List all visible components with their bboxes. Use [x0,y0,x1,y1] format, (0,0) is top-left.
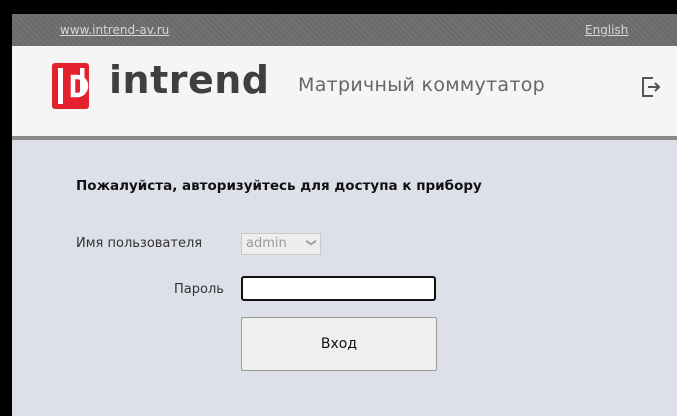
app-window: www.intrend-av.ru English intrend Матрич… [12,14,677,416]
username-value: admin [246,236,287,251]
password-label: Пароль [174,282,224,297]
site-link[interactable]: www.intrend-av.ru [60,23,169,37]
header: intrend Матричный коммутатор [12,46,677,140]
login-heading: Пожалуйста, авторизуйтесь для доступа к … [76,178,482,194]
password-field[interactable] [241,276,436,301]
language-link[interactable]: English [585,23,628,37]
username-select[interactable]: admin ❯ [241,233,321,255]
logout-icon[interactable] [641,76,661,98]
intrend-logo-icon [52,63,89,109]
page-subtitle: Матричный коммутатор [298,74,546,96]
chevron-down-icon: ❯ [305,238,317,247]
username-label: Имя пользователя [76,236,203,251]
login-button[interactable]: Вход [241,317,437,371]
top-bar: www.intrend-av.ru English [12,14,677,46]
brand-name: intrend [109,58,270,102]
